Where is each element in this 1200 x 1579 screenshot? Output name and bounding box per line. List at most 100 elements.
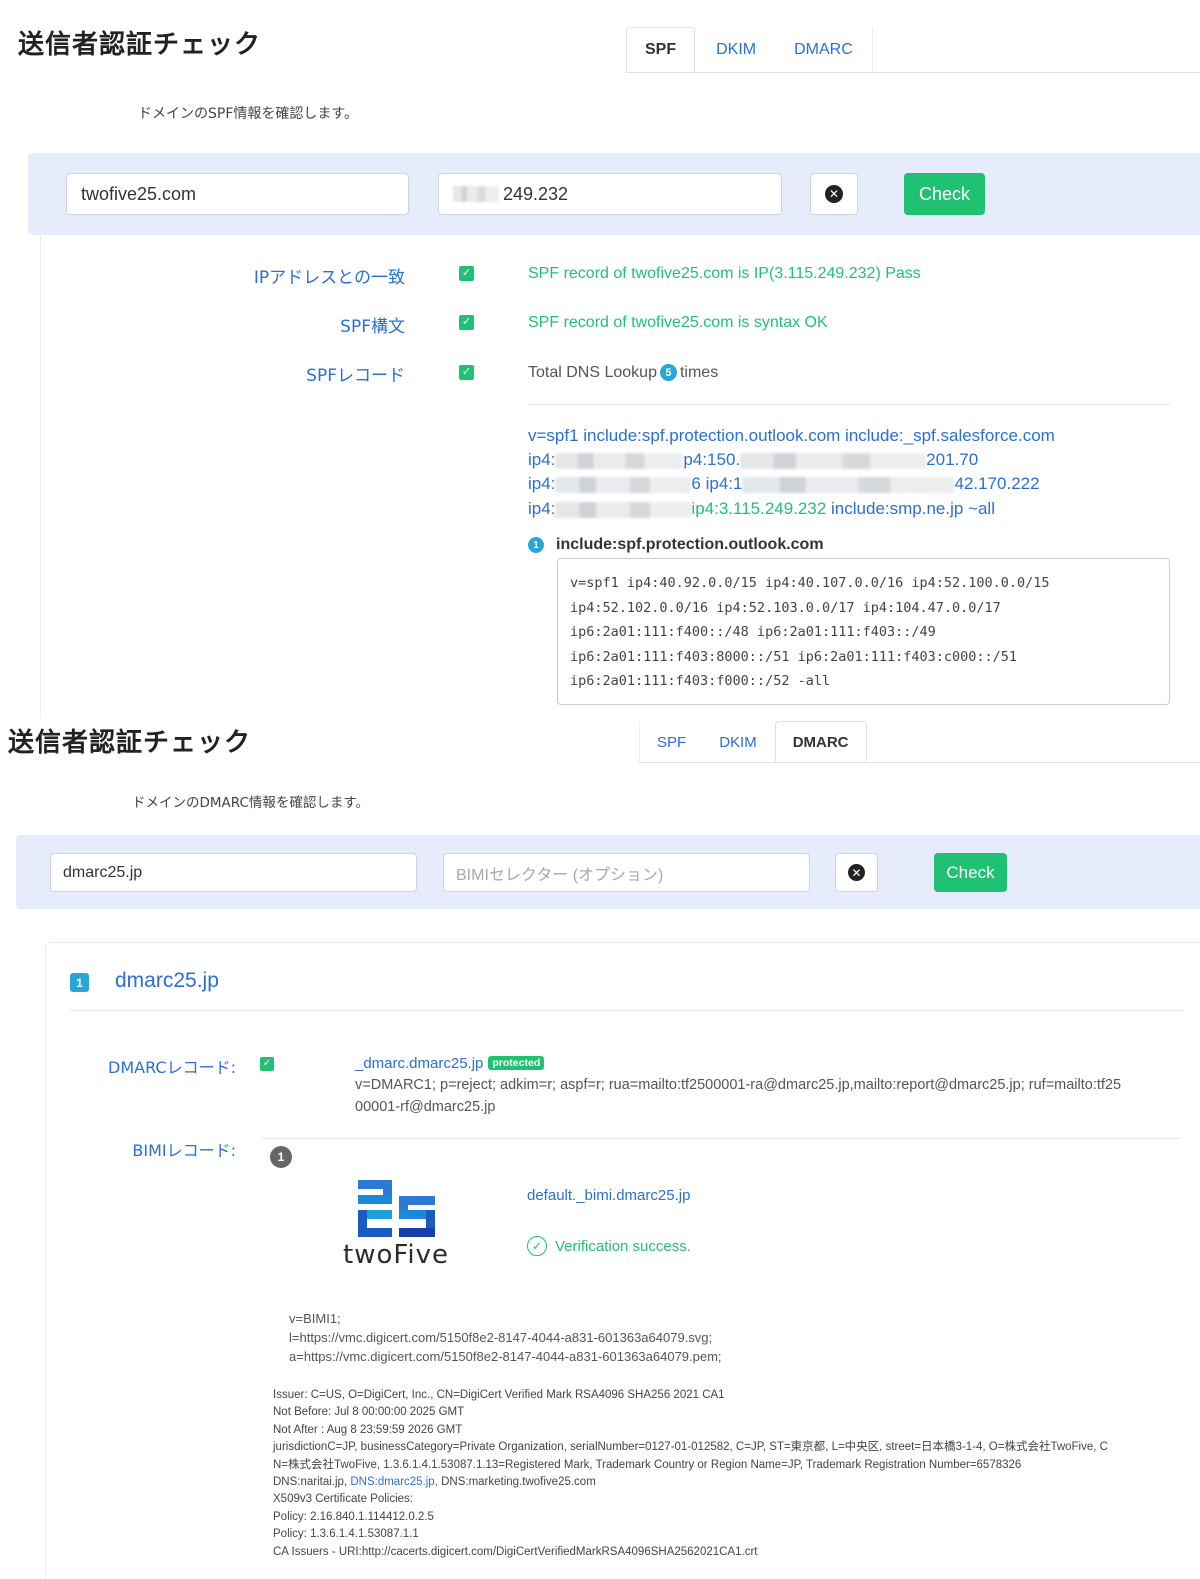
- cert-line: Policy: 2.16.840.1.114412.0.2.5: [273, 1510, 434, 1523]
- result-text-syntax: SPF record of twofive25.com is syntax OK: [528, 314, 828, 331]
- spf-token: include:smp.ne.jp ~all: [831, 499, 995, 518]
- verification-text: Verification success.: [555, 1237, 691, 1255]
- dmarc-record-line: 00001-rf@dmarc25.jp: [355, 1099, 496, 1115]
- redacted-ip-prefix: [453, 186, 499, 202]
- check-icon: ✓: [260, 1057, 274, 1071]
- include-heading[interactable]: 1 include:spf.protection.outlook.com: [528, 536, 824, 554]
- bimi-host: default._bimi.dmarc25.jp: [527, 1187, 691, 1204]
- spf-record-line: ip4: p4:150. 201.70: [528, 450, 978, 470]
- spf-token: ip4:: [528, 450, 556, 469]
- page-description: ドメインのDMARC情報を確認します。: [132, 795, 370, 811]
- include-index-badge: 1: [528, 537, 544, 553]
- redacted-ip: [555, 452, 684, 469]
- spf-token: 201.70: [926, 450, 979, 469]
- dmarc-host: _dmarc.dmarc25.jp protected: [355, 1055, 545, 1072]
- spf-token: 6 ip4:1: [691, 474, 743, 493]
- cert-dns-line: DNS:naritai.jp, DNS:dmarc25.jp, DNS:mark…: [273, 1474, 1193, 1491]
- domain-input[interactable]: dmarc25.jp: [50, 853, 417, 892]
- dmarc-host-text: _dmarc.dmarc25.jp: [355, 1055, 484, 1072]
- clear-button[interactable]: ✕: [835, 853, 878, 892]
- cert-line: jurisdictionC=JP, businessCategory=Priva…: [273, 1441, 1108, 1454]
- dmarc-record-line: v=DMARC1; p=reject; adkim=r; aspf=r; rua…: [355, 1077, 1122, 1093]
- spf-token: ip4:: [528, 499, 556, 518]
- tab-dmarc[interactable]: DMARC: [771, 27, 873, 72]
- redacted-ip: [740, 452, 927, 469]
- tab-dkim[interactable]: DKIM: [702, 721, 775, 762]
- result-text-ip-match: SPF record of twofive25.com is IP(3.115.…: [528, 265, 921, 282]
- dmarc-check-panel: 送信者認証チェック SPF DKIM DMARC ドメインのDMARC情報を確認…: [0, 718, 1200, 1579]
- result-text-dns-lookup: Total DNS Lookup 5 times: [528, 364, 718, 382]
- page-title: 送信者認証チェック: [8, 728, 252, 758]
- spf-record-line: ip4: ip4:3.115.249.232 include:smp.ne.jp …: [528, 499, 995, 519]
- dmarc-record-text: v=DMARC1; p=reject; adkim=r; aspf=r; rua…: [355, 1074, 1185, 1118]
- divider: [528, 404, 1170, 405]
- cert-line: Issuer: C=US, O=DigiCert, Inc., CN=DigiC…: [273, 1389, 725, 1401]
- check-icon: ✓: [459, 315, 474, 330]
- divider: [70, 1010, 1182, 1011]
- bimi-record-label: BIMIレコード:: [132, 1141, 236, 1160]
- check-icon: ✓: [459, 365, 474, 380]
- matched-ip: ip4:3.115.249.232: [691, 499, 827, 518]
- cert-dns-link[interactable]: DNS:dmarc25.jp,: [350, 1476, 438, 1488]
- check-button[interactable]: Check: [934, 853, 1007, 892]
- bimi-index-badge: 1: [270, 1146, 292, 1168]
- twofive-logo: [358, 1180, 435, 1237]
- domain-input-value: twofive25.com: [81, 183, 197, 204]
- tab-spf[interactable]: SPF: [639, 721, 702, 762]
- spf-record-line: ip4: 6 ip4:1 42.170.222: [528, 474, 1040, 494]
- result-label-spf-record: SPFレコード: [306, 366, 405, 386]
- cert-line: X509v3 Certificate Policies:: [273, 1493, 413, 1506]
- include-name: include:spf.protection.outlook.com: [556, 536, 824, 553]
- check-icon: ✓: [459, 266, 474, 281]
- bimi-selector-input[interactable]: BIMIセレクター (オプション): [443, 853, 810, 892]
- ip-input-value: 249.232: [503, 183, 569, 204]
- page-title: 送信者認証チェック: [18, 30, 262, 60]
- cert-dns: DNS:marketing.twofive25.com: [441, 1476, 596, 1489]
- domain-input[interactable]: twofive25.com: [66, 173, 409, 215]
- dns-lookup-suffix: times: [679, 364, 719, 381]
- bimi-record-line: v=BIMI1;: [289, 1311, 341, 1326]
- dmarc-record-label: DMARCレコード:: [108, 1058, 236, 1077]
- clear-button[interactable]: ✕: [810, 173, 858, 215]
- spf-token: p4:150.: [683, 450, 741, 469]
- spf-token: ip4:: [528, 474, 556, 493]
- tab-dmarc[interactable]: DMARC: [774, 721, 867, 762]
- bimi-record-text: v=BIMI1; l=https://vmc.digicert.com/5150…: [289, 1309, 722, 1366]
- include-record-box: v=spf1 ip4:40.92.0.0/15 ip4:40.107.0.0/1…: [557, 558, 1170, 705]
- check-tabs: SPF DKIM DMARC: [626, 27, 1200, 73]
- tab-dkim[interactable]: DKIM: [695, 27, 771, 72]
- spf-record-line: v=spf1 include:spf.protection.outlook.co…: [528, 426, 1055, 445]
- spf-token: 42.170.222: [954, 474, 1040, 493]
- cert-dns: DNS:naritai.jp,: [273, 1476, 348, 1489]
- vmc-certificate-details: Issuer: C=US, O=DigiCert, Inc., CN=DigiC…: [273, 1387, 1193, 1561]
- lookup-count-badge: 5: [659, 364, 677, 382]
- tab-spf[interactable]: SPF: [626, 27, 696, 72]
- check-circle-icon: ✓: [527, 1236, 547, 1256]
- check-button[interactable]: Check: [904, 173, 985, 215]
- cert-line: Not Before: Jul 8 00:00:00 2025 GMT: [273, 1406, 465, 1419]
- redacted-ip: [555, 476, 692, 493]
- spf-check-panel: 送信者認証チェック SPF DKIM DMARC ドメインのSPF情報を確認しま…: [0, 0, 1200, 718]
- cert-line: Policy: 1.3.6.1.4.1.53087.1.1: [273, 1528, 419, 1541]
- cert-line: CA Issuers - URI:http://cacerts.digicert…: [273, 1545, 758, 1558]
- cert-line: Not After : Aug 8 23:59:59 2026 GMT: [273, 1423, 463, 1436]
- ip-address-input[interactable]: 249.232: [438, 173, 782, 215]
- bimi-record-line: a=https://vmc.digicert.com/5150f8e2-8147…: [289, 1349, 722, 1364]
- divider: [262, 1138, 1180, 1139]
- result-index-badge: 1: [70, 973, 89, 992]
- close-icon: ✕: [848, 864, 865, 881]
- redacted-ip: [742, 476, 955, 493]
- close-icon: ✕: [825, 185, 843, 203]
- domain-input-value: dmarc25.jp: [63, 863, 143, 881]
- check-tabs: SPF DKIM DMARC: [639, 721, 1200, 763]
- cert-line: N=株式会社TwoFive, 1.3.6.1.4.1.53087.1.13=Re…: [273, 1458, 1022, 1471]
- result-label-syntax: SPF構文: [340, 317, 405, 337]
- result-label-ip-match: IPアドレスとの一致: [253, 268, 405, 288]
- bimi-selector-placeholder: BIMIセレクター (オプション): [456, 866, 664, 884]
- verification-status: ✓ Verification success.: [527, 1236, 691, 1256]
- protected-badge: protected: [488, 1056, 545, 1070]
- dns-lookup-prefix: Total DNS Lookup: [528, 364, 657, 381]
- redacted-ip: [555, 501, 692, 518]
- result-domain-title: dmarc25.jp: [115, 969, 219, 992]
- page-description: ドメインのSPF情報を確認します。: [138, 106, 358, 122]
